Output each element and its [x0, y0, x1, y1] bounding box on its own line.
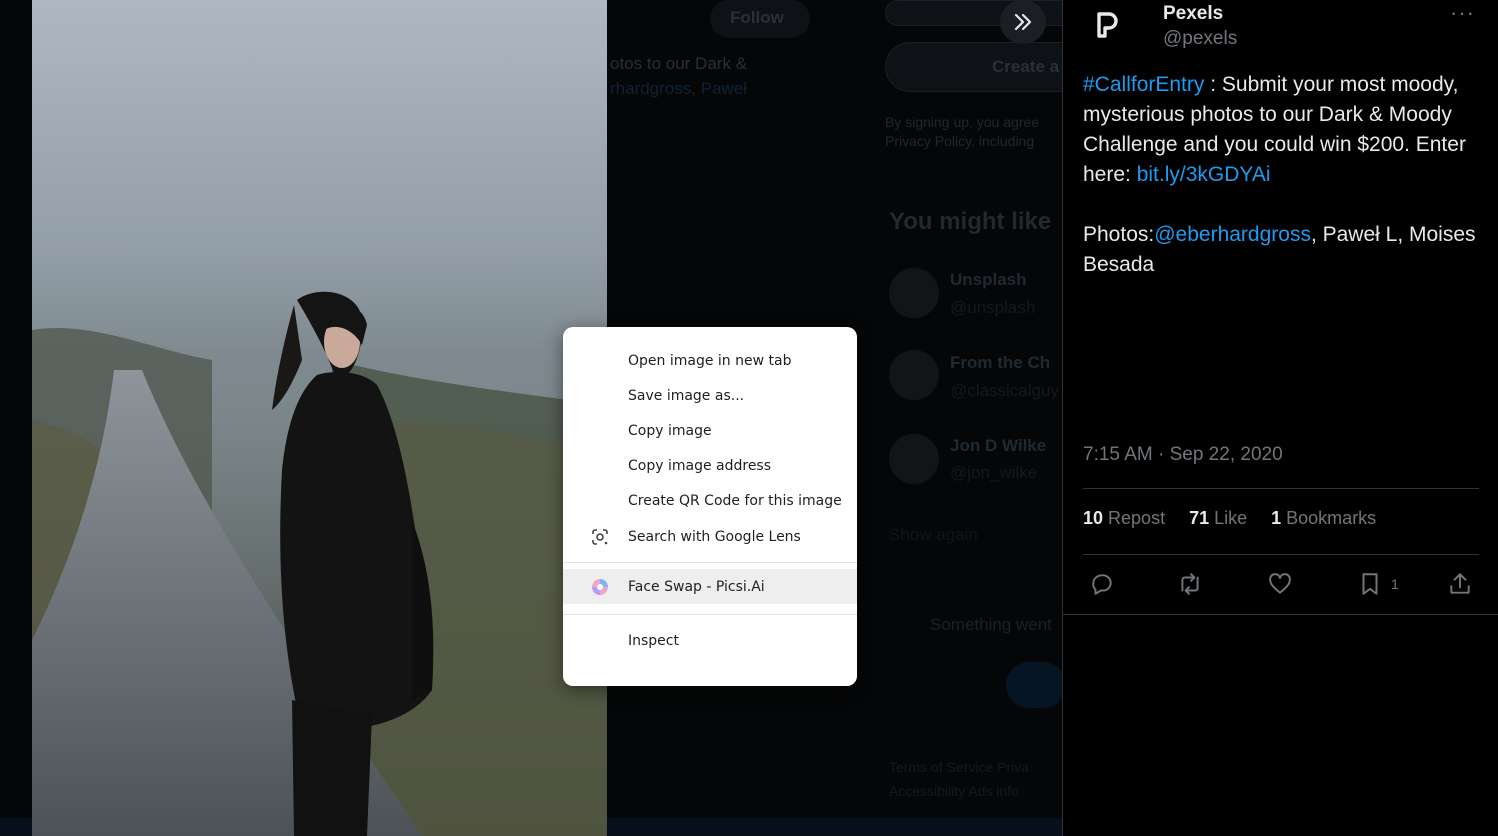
pexels-logo-icon: [1097, 12, 1118, 38]
bg-snippet-1: otos to our Dark &: [610, 54, 748, 73]
menu-item-label: Copy image address: [628, 457, 772, 474]
reposts-stat[interactable]: 10 Repost: [1083, 508, 1165, 529]
bg-suggest-1-name: Unsplash: [950, 270, 1027, 289]
double-chevron-right-icon: [1014, 13, 1032, 31]
photo-artwork: [32, 0, 607, 836]
author-avatar[interactable]: [1083, 3, 1133, 47]
bg-might-like: You might like: [889, 208, 1052, 235]
divider: [1083, 488, 1479, 489]
reply-icon: [1092, 574, 1112, 595]
share-button[interactable]: [1447, 566, 1473, 602]
divider: [1063, 614, 1498, 615]
tweet-photo[interactable]: [32, 0, 607, 836]
menu-item-label: Face Swap - Picsi.Ai: [628, 578, 765, 595]
likes-stat[interactable]: 71 Like: [1189, 508, 1247, 529]
bg-avatar-2: [889, 350, 939, 400]
bg-something-wrong: Something went: [930, 615, 1052, 634]
tweet-author: Pexels @pexels ···: [1083, 0, 1483, 60]
repost-icon: [1181, 573, 1199, 595]
bg-terms-2: Privacy Policy, including: [885, 133, 1035, 149]
menu-separator: [563, 562, 857, 563]
like-button[interactable]: [1267, 566, 1293, 602]
bg-suggest-2-name: From the Ch: [950, 353, 1051, 372]
bg-suggest-1-handle: @unsplash: [950, 298, 1036, 317]
menu-search-google-lens[interactable]: Search with Google Lens: [563, 518, 857, 556]
likes-label: Like: [1214, 508, 1248, 528]
bg-footer-1: Terms of Service Priva: [889, 759, 1030, 775]
menu-item-label: Inspect: [628, 632, 679, 649]
bg-terms-1: By signing up, you agree: [885, 114, 1040, 130]
expand-sidebar-button[interactable]: [1000, 0, 1046, 44]
bookmarks-count: 1: [1271, 508, 1282, 528]
bg-show-more: Show again: [889, 525, 978, 544]
tweet-detail-panel: Pexels @pexels ··· #CallforEntry : Submi…: [1062, 0, 1498, 836]
tweet-actions: 1: [1083, 566, 1483, 606]
menu-separator: [563, 614, 857, 615]
tweet-timestamp[interactable]: 7:15 AM · Sep 22, 2020: [1083, 444, 1283, 466]
tweet-stats: 10 Repost 71 Like 1 Bookmarks: [1083, 508, 1376, 529]
bg-snippet-2: rhardgross, Paweł: [610, 79, 748, 98]
likes-count: 71: [1189, 508, 1210, 528]
menu-save-image-as[interactable]: Save image as...: [563, 378, 857, 413]
menu-copy-image[interactable]: Copy image: [563, 413, 857, 448]
bg-create-label: Create a: [992, 57, 1060, 76]
menu-item-label: Copy image: [628, 422, 712, 439]
bookmarks-stat[interactable]: 1 Bookmarks: [1271, 508, 1376, 529]
heart-icon: [1269, 573, 1291, 594]
bg-suggest-2-handle: @classicalguy: [950, 381, 1059, 400]
bg-suggest-3-name: Jon D Wilke: [950, 436, 1047, 455]
reposts-count: 10: [1083, 508, 1104, 528]
google-lens-icon: [592, 529, 608, 545]
bg-suggest-3-handle: @jon_wilke: [950, 463, 1038, 482]
picsi-ai-icon: [592, 578, 608, 595]
menu-inspect[interactable]: Inspect: [563, 623, 857, 658]
mention-link[interactable]: @eberhardgross: [1154, 223, 1311, 246]
bookmarks-label: Bookmarks: [1286, 508, 1377, 528]
bg-retry-button: [1006, 662, 1062, 708]
tweet-text: #CallforEntry : Submit your most moody, …: [1083, 70, 1483, 280]
menu-open-image-new-tab[interactable]: Open image in new tab: [563, 343, 857, 378]
author-name[interactable]: Pexels: [1163, 3, 1223, 25]
author-handle[interactable]: @pexels: [1163, 28, 1237, 50]
menu-face-swap[interactable]: Face Swap - Picsi.Ai: [563, 569, 857, 604]
context-menu: Open image in new tab Save image as... C…: [563, 327, 857, 686]
menu-item-label: Search with Google Lens: [628, 529, 801, 545]
bookmark-icon: [1362, 573, 1378, 595]
bg-avatar-3: [889, 434, 939, 484]
menu-item-label: Create QR Code for this image: [628, 492, 842, 509]
repost-button[interactable]: [1177, 566, 1203, 602]
bg-footer-2: Accessibility Ads info: [889, 783, 1019, 799]
bookmark-action-count: 1: [1391, 576, 1399, 592]
menu-copy-image-address[interactable]: Copy image address: [563, 448, 857, 483]
hashtag-link[interactable]: #CallforEntry: [1083, 73, 1204, 96]
bg-follow-label: Follow: [730, 8, 784, 27]
photos-prefix: Photos:: [1083, 223, 1155, 246]
more-options-icon[interactable]: ···: [1450, 0, 1475, 26]
bookmark-button[interactable]: 1: [1357, 566, 1399, 602]
divider: [1083, 554, 1479, 555]
reply-button[interactable]: [1089, 566, 1115, 602]
short-link[interactable]: bit.ly/3kGDYAi: [1137, 163, 1271, 186]
share-icon: [1450, 573, 1470, 594]
reposts-label: Repost: [1108, 508, 1166, 528]
menu-create-qr-code[interactable]: Create QR Code for this image: [563, 483, 857, 518]
menu-item-label: Open image in new tab: [628, 352, 792, 369]
menu-item-label: Save image as...: [628, 387, 745, 404]
bg-avatar-1: [889, 268, 939, 318]
